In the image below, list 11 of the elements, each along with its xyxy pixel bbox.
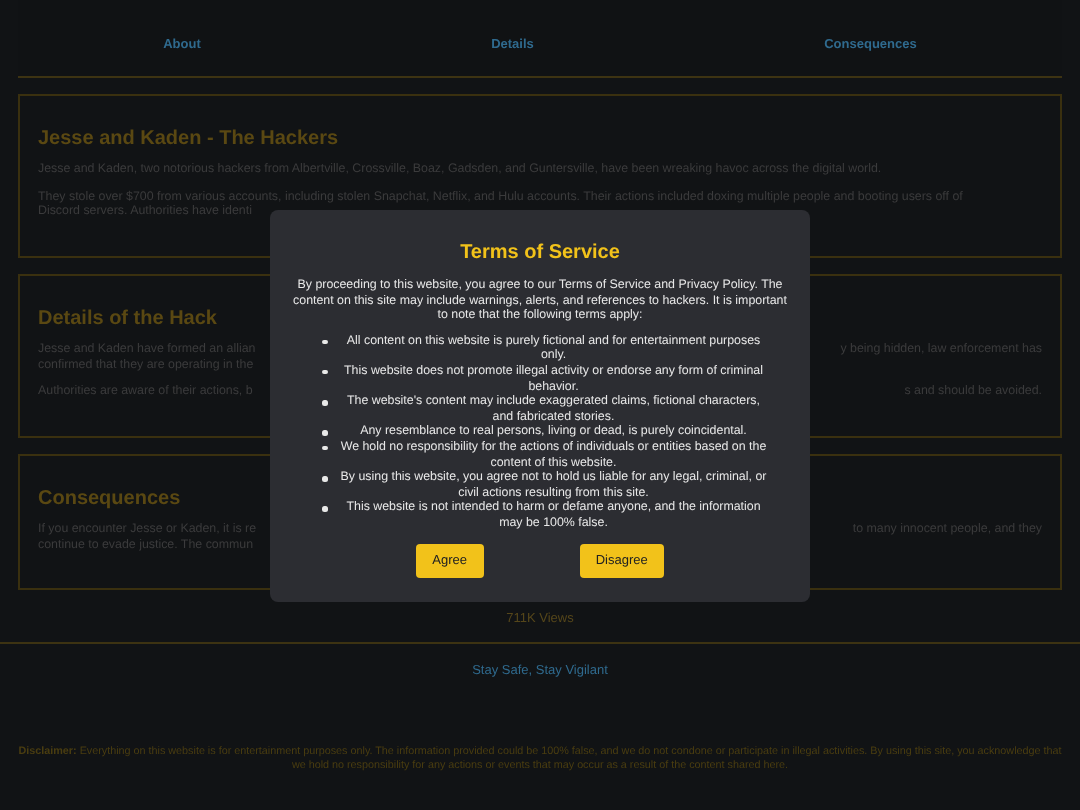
section-title: Details of the Hack — [38, 308, 217, 330]
section-title: Jesse and Kaden - The Hackers — [38, 128, 339, 150]
bullet-icon — [322, 400, 327, 406]
bullet-icon — [322, 430, 327, 436]
bullet-icon — [322, 339, 327, 345]
dialog-title: Terms of Service — [460, 242, 620, 264]
bullet-icon — [322, 476, 327, 482]
bullet-icon — [322, 369, 327, 375]
bullet-icon — [322, 445, 327, 451]
bullet-icon — [322, 506, 327, 512]
section-title: Consequences — [38, 488, 181, 510]
